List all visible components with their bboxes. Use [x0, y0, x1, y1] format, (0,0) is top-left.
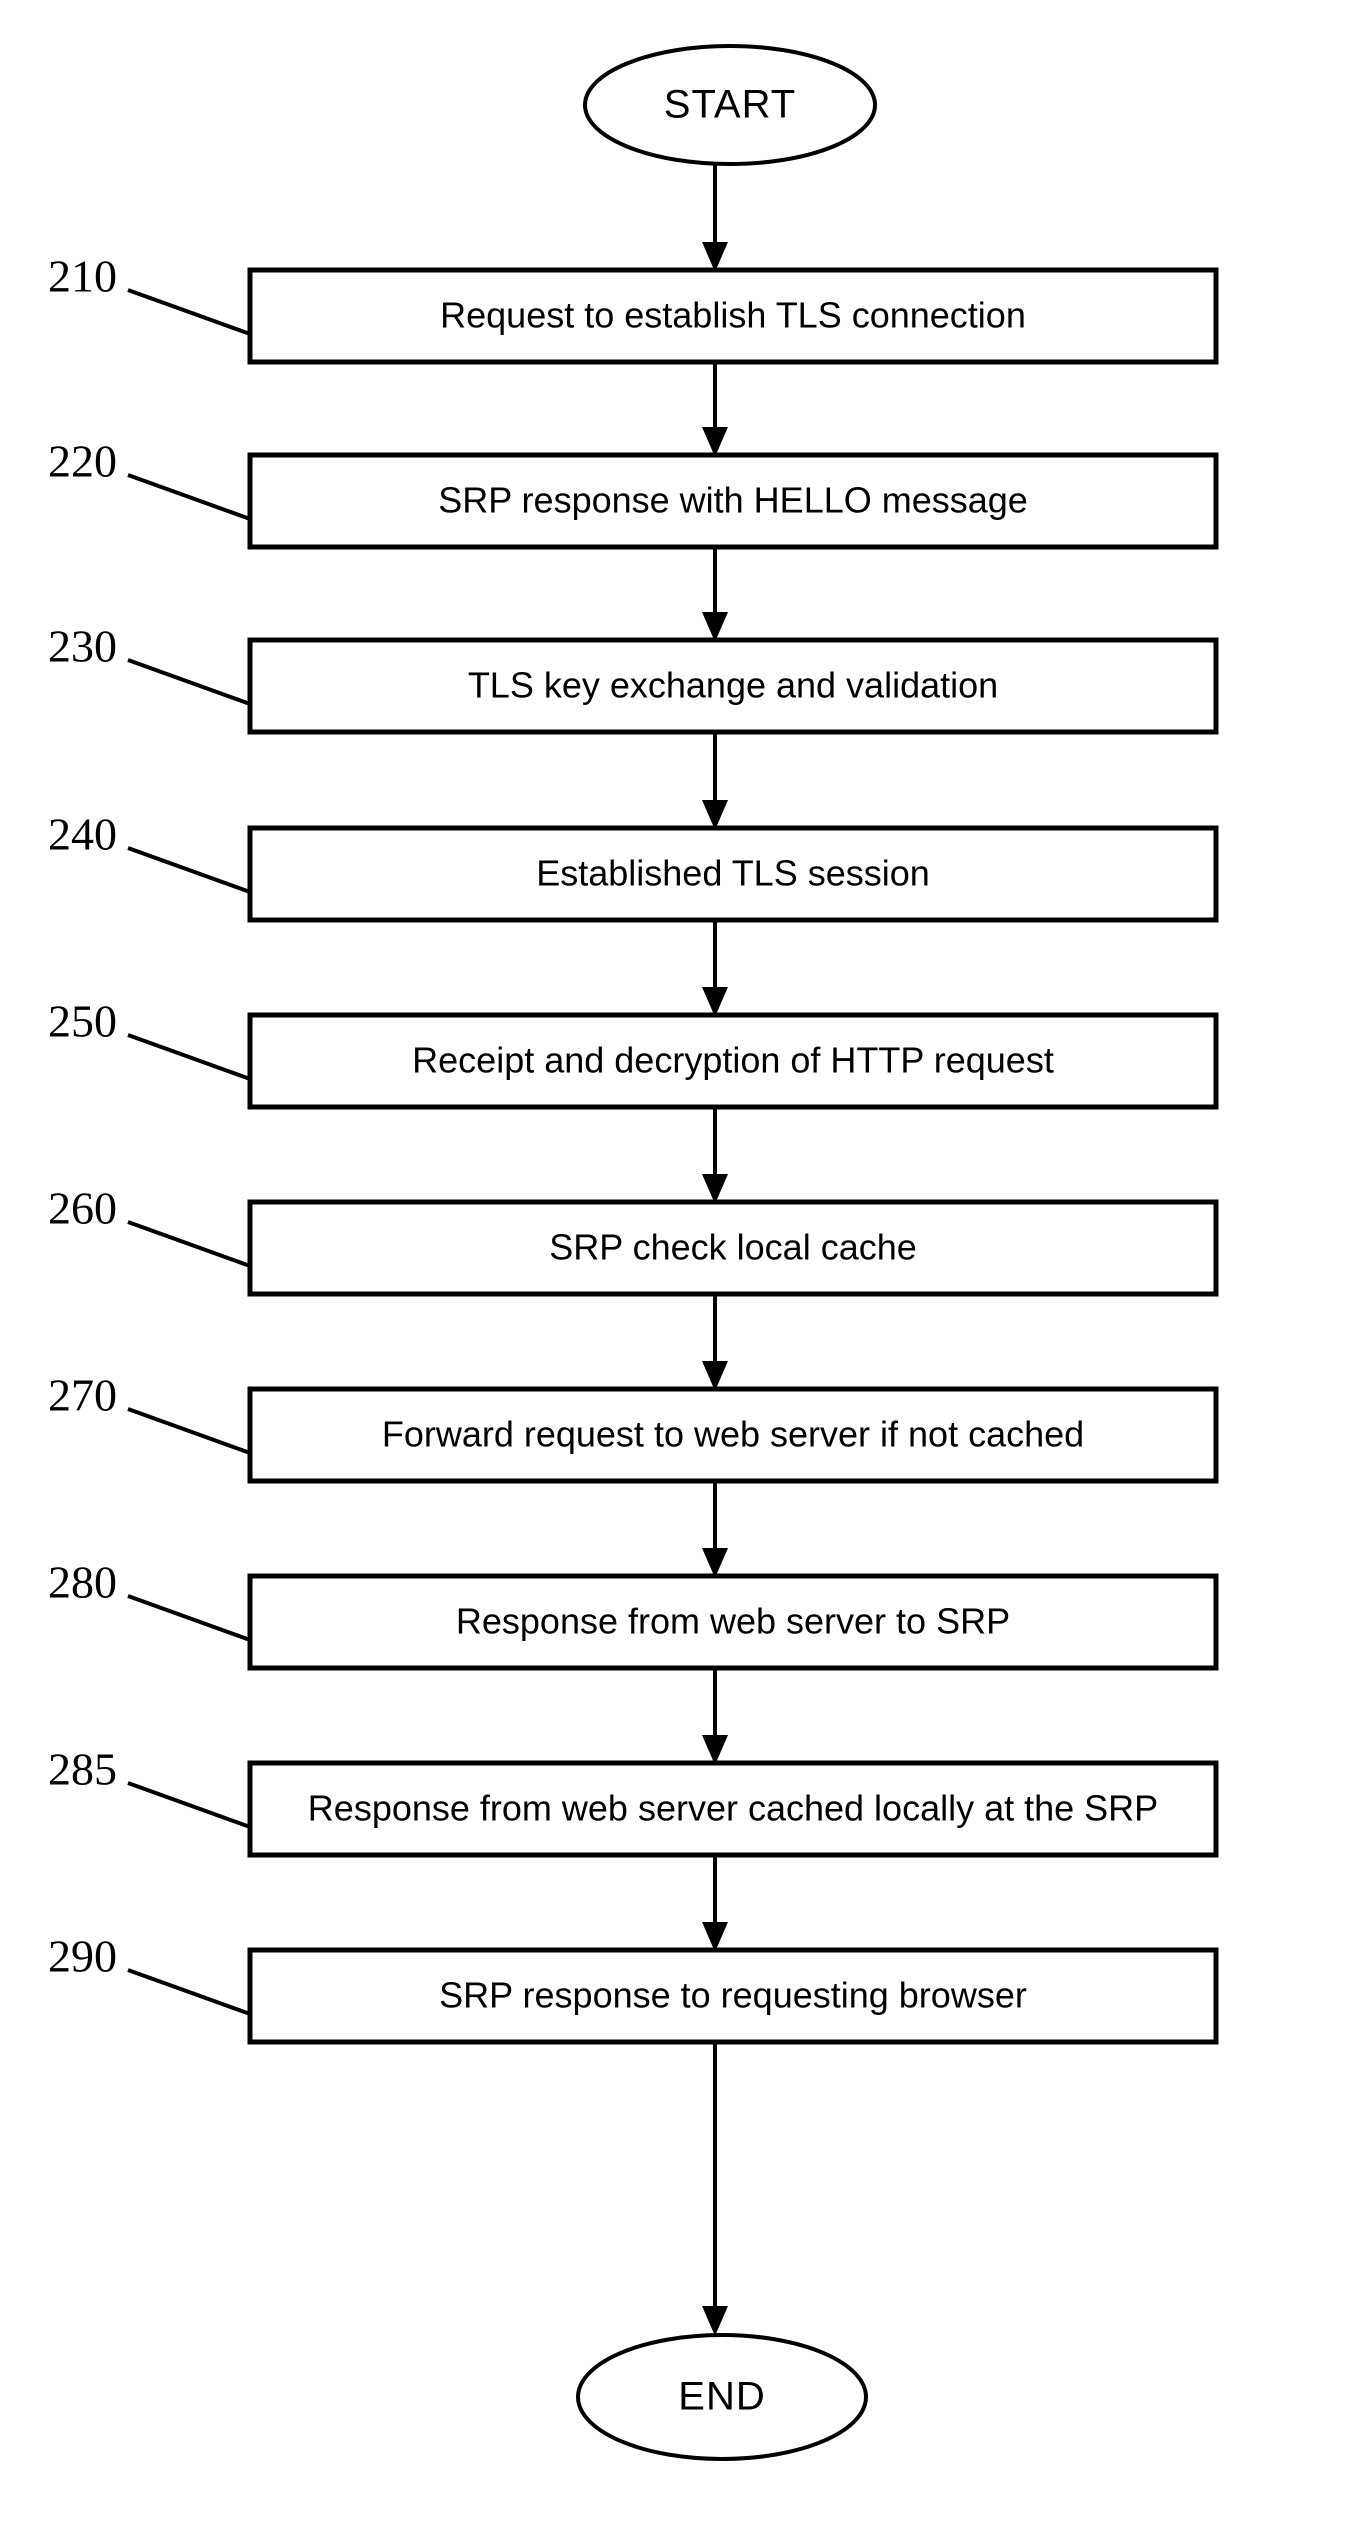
leader-line — [127, 1033, 251, 1081]
process-box-label: SRP response to requesting browser — [439, 1975, 1027, 2016]
connector-step-7-to-step-8 — [702, 1481, 728, 1578]
reference-number: 250 — [48, 996, 117, 1047]
process-box-label: SRP response with HELLO message — [438, 480, 1028, 521]
reference-callout-280: 280 — [48, 1557, 251, 1642]
connector-start-to-step-1 — [702, 164, 728, 272]
connector-step-5-to-step-6 — [702, 1107, 728, 1204]
leader-line — [127, 1407, 251, 1455]
leader-line — [127, 473, 251, 521]
reference-number: 280 — [48, 1557, 117, 1608]
process-step-270[interactable]: Forward request to web server if not cac… — [247, 1386, 1219, 1484]
process-box-label: TLS key exchange and validation — [468, 665, 998, 706]
process-box-label: Forward request to web server if not cac… — [382, 1414, 1084, 1455]
process-step-280[interactable]: Response from web server to SRP — [247, 1573, 1219, 1671]
process-box-label: Established TLS session — [536, 853, 930, 894]
reference-number: 285 — [48, 1744, 117, 1795]
process-box-label: Response from web server to SRP — [456, 1601, 1010, 1642]
start-label: START — [664, 83, 796, 127]
process-step-290[interactable]: SRP response to requesting browser — [247, 1947, 1219, 2045]
reference-number: 260 — [48, 1183, 117, 1234]
connector-step-4-to-step-5 — [702, 920, 728, 1017]
arrow-head-icon — [702, 2306, 728, 2336]
reference-number: 290 — [48, 1931, 117, 1982]
connector-step-9-to-step-10 — [702, 1855, 728, 1952]
process-step-240[interactable]: Established TLS session — [247, 825, 1219, 923]
reference-callout-210: 210 — [48, 251, 251, 336]
connector-step-2-to-step-3 — [702, 547, 728, 642]
reference-callout-250: 250 — [48, 996, 251, 1081]
leader-line — [127, 658, 251, 706]
process-step-210[interactable]: Request to establish TLS connection — [247, 267, 1219, 365]
process-step-220[interactable]: SRP response with HELLO message — [247, 452, 1219, 550]
end-terminator: END — [576, 2333, 868, 2461]
leader-line — [127, 1220, 251, 1268]
reference-callout-230: 230 — [48, 621, 251, 706]
reference-number: 240 — [48, 809, 117, 860]
flowchart-canvas: START Request to establish TLS connectio… — [48, 44, 1219, 2461]
reference-number: 220 — [48, 436, 117, 487]
connector-step-1-to-step-2 — [702, 362, 728, 457]
end-label: END — [678, 2375, 765, 2419]
reference-callout-270: 270 — [48, 1370, 251, 1455]
process-step-230[interactable]: TLS key exchange and validation — [247, 637, 1219, 735]
process-step-260[interactable]: SRP check local cache — [247, 1199, 1219, 1297]
leader-line — [127, 1781, 251, 1829]
connector-step-3-to-step-4 — [702, 732, 728, 830]
reference-number: 270 — [48, 1370, 117, 1421]
process-box-label: Receipt and decryption of HTTP request — [412, 1040, 1054, 1081]
process-box-label: Request to establish TLS connection — [440, 295, 1026, 336]
reference-callout-285: 285 — [48, 1744, 251, 1829]
process-box-label: SRP check local cache — [549, 1227, 917, 1268]
reference-callout-220: 220 — [48, 436, 251, 521]
process-step-285[interactable]: Response from web server cached locally … — [247, 1760, 1219, 1858]
reference-callout-290: 290 — [48, 1931, 251, 2016]
reference-number: 210 — [48, 251, 117, 302]
leader-line — [127, 846, 251, 894]
start-terminator: START — [583, 44, 877, 166]
connector-step-6-to-step-7 — [702, 1294, 728, 1391]
reference-number: 230 — [48, 621, 117, 672]
connector-step-8-to-step-9 — [702, 1668, 728, 1765]
reference-callout-240: 240 — [48, 809, 251, 894]
leader-line — [127, 288, 251, 336]
leader-line — [127, 1594, 251, 1642]
process-box-label: Response from web server cached locally … — [308, 1788, 1158, 1829]
leader-line — [127, 1968, 251, 2016]
process-step-250[interactable]: Receipt and decryption of HTTP request — [247, 1012, 1219, 1110]
reference-callout-260: 260 — [48, 1183, 251, 1268]
connector-step-10-to-end — [702, 2042, 728, 2336]
